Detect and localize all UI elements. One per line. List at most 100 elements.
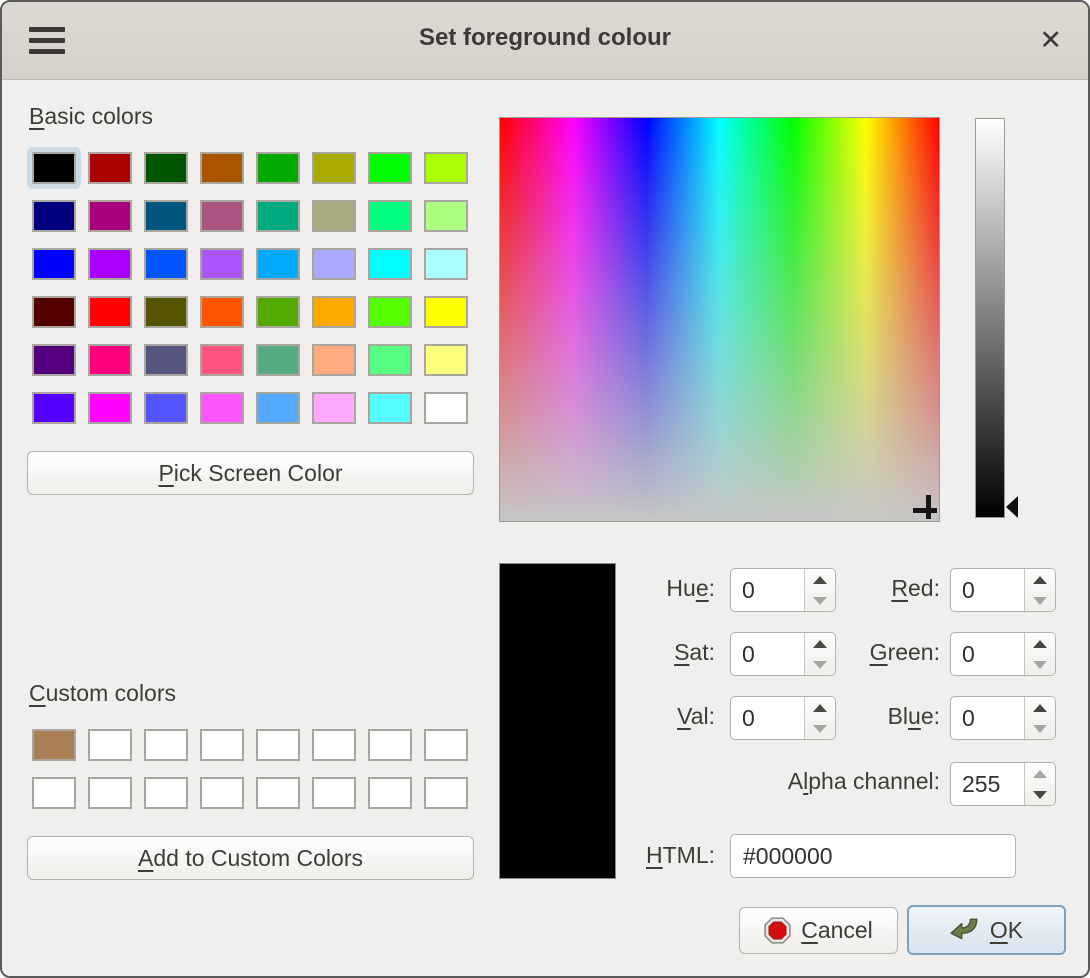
basic-color-swatch[interactable] bbox=[32, 248, 76, 280]
basic-color-swatch[interactable] bbox=[32, 152, 76, 184]
basic-color-swatch[interactable] bbox=[368, 248, 412, 280]
red-value[interactable]: 0 bbox=[962, 577, 975, 604]
basic-color-swatch[interactable] bbox=[88, 296, 132, 328]
custom-color-swatch[interactable] bbox=[424, 777, 468, 809]
html-hex-input[interactable]: #000000 bbox=[730, 834, 1016, 878]
sat-value[interactable]: 0 bbox=[742, 641, 755, 668]
basic-color-swatch[interactable] bbox=[424, 296, 468, 328]
add-to-custom-colors-button[interactable]: Add to Custom Colors bbox=[27, 836, 474, 880]
blue-decrement-button[interactable] bbox=[1025, 718, 1055, 739]
custom-color-swatch[interactable] bbox=[424, 729, 468, 761]
basic-color-swatch[interactable] bbox=[144, 392, 188, 424]
basic-color-swatch[interactable] bbox=[368, 200, 412, 232]
basic-color-swatch[interactable] bbox=[200, 152, 244, 184]
custom-color-swatch[interactable] bbox=[88, 729, 132, 761]
hue-decrement-button[interactable] bbox=[805, 590, 835, 611]
basic-color-swatch[interactable] bbox=[424, 152, 468, 184]
blue-increment-button[interactable] bbox=[1025, 697, 1055, 718]
green-value[interactable]: 0 bbox=[962, 641, 975, 668]
ok-button[interactable]: OK bbox=[907, 905, 1066, 955]
green-increment-button[interactable] bbox=[1025, 633, 1055, 654]
hue-value[interactable]: 0 bbox=[742, 577, 755, 604]
blue-spinbox[interactable]: 0 bbox=[950, 696, 1056, 740]
basic-color-swatch[interactable] bbox=[312, 344, 356, 376]
basic-color-swatch[interactable] bbox=[200, 344, 244, 376]
custom-color-swatch[interactable] bbox=[256, 777, 300, 809]
basic-color-swatch[interactable] bbox=[32, 296, 76, 328]
basic-color-swatch[interactable] bbox=[424, 248, 468, 280]
basic-color-swatch[interactable] bbox=[88, 152, 132, 184]
hue-spinbox[interactable]: 0 bbox=[730, 568, 836, 612]
custom-color-swatch[interactable] bbox=[200, 729, 244, 761]
basic-color-swatch[interactable] bbox=[256, 392, 300, 424]
custom-color-swatch[interactable] bbox=[88, 777, 132, 809]
basic-color-swatch[interactable] bbox=[32, 392, 76, 424]
custom-color-swatch[interactable] bbox=[312, 777, 356, 809]
basic-color-swatch[interactable] bbox=[32, 344, 76, 376]
basic-color-swatch[interactable] bbox=[368, 296, 412, 328]
basic-color-swatch[interactable] bbox=[144, 152, 188, 184]
red-increment-button[interactable] bbox=[1025, 569, 1055, 590]
hue-increment-button[interactable] bbox=[805, 569, 835, 590]
basic-color-swatch[interactable] bbox=[256, 200, 300, 232]
alpha-spinbox[interactable]: 255 bbox=[950, 762, 1056, 806]
basic-color-swatch[interactable] bbox=[256, 152, 300, 184]
value-slider-arrow-icon[interactable] bbox=[1006, 496, 1018, 518]
alpha-increment-button[interactable] bbox=[1025, 763, 1055, 784]
val-value[interactable]: 0 bbox=[742, 705, 755, 732]
basic-color-swatch[interactable] bbox=[144, 296, 188, 328]
basic-color-swatch[interactable] bbox=[32, 200, 76, 232]
alpha-decrement-button[interactable] bbox=[1025, 784, 1055, 805]
basic-color-swatch[interactable] bbox=[144, 248, 188, 280]
basic-color-swatch[interactable] bbox=[88, 392, 132, 424]
sat-spinbox[interactable]: 0 bbox=[730, 632, 836, 676]
basic-color-swatch[interactable] bbox=[144, 344, 188, 376]
blue-value[interactable]: 0 bbox=[962, 705, 975, 732]
basic-color-swatch[interactable] bbox=[200, 296, 244, 328]
red-decrement-button[interactable] bbox=[1025, 590, 1055, 611]
custom-color-swatch[interactable] bbox=[144, 777, 188, 809]
basic-color-swatch[interactable] bbox=[256, 248, 300, 280]
custom-color-swatch[interactable] bbox=[312, 729, 356, 761]
basic-color-swatch[interactable] bbox=[312, 392, 356, 424]
basic-color-swatch[interactable] bbox=[200, 248, 244, 280]
hue-saturation-gradient[interactable] bbox=[499, 117, 940, 522]
basic-color-swatch[interactable] bbox=[200, 392, 244, 424]
custom-color-swatch[interactable] bbox=[32, 729, 76, 761]
basic-color-swatch[interactable] bbox=[312, 200, 356, 232]
basic-color-swatch[interactable] bbox=[424, 392, 468, 424]
basic-color-swatch[interactable] bbox=[200, 200, 244, 232]
basic-color-swatch[interactable] bbox=[312, 248, 356, 280]
sat-decrement-button[interactable] bbox=[805, 654, 835, 675]
basic-color-swatch[interactable] bbox=[424, 200, 468, 232]
sat-increment-button[interactable] bbox=[805, 633, 835, 654]
val-spinbox[interactable]: 0 bbox=[730, 696, 836, 740]
close-icon[interactable]: ✕ bbox=[1039, 22, 1062, 58]
red-spinbox[interactable]: 0 bbox=[950, 568, 1056, 612]
basic-color-swatch[interactable] bbox=[88, 344, 132, 376]
basic-color-swatch[interactable] bbox=[424, 344, 468, 376]
basic-color-swatch[interactable] bbox=[312, 152, 356, 184]
alpha-value[interactable]: 255 bbox=[962, 771, 1000, 798]
basic-color-swatch[interactable] bbox=[368, 344, 412, 376]
green-spinbox[interactable]: 0 bbox=[950, 632, 1056, 676]
custom-color-swatch[interactable] bbox=[368, 777, 412, 809]
green-decrement-button[interactable] bbox=[1025, 654, 1055, 675]
val-decrement-button[interactable] bbox=[805, 718, 835, 739]
value-slider[interactable] bbox=[975, 118, 1005, 518]
basic-color-swatch[interactable] bbox=[256, 344, 300, 376]
custom-color-swatch[interactable] bbox=[200, 777, 244, 809]
basic-color-swatch[interactable] bbox=[368, 152, 412, 184]
custom-color-swatch[interactable] bbox=[256, 729, 300, 761]
basic-color-swatch[interactable] bbox=[256, 296, 300, 328]
custom-color-swatch[interactable] bbox=[368, 729, 412, 761]
custom-color-swatch[interactable] bbox=[144, 729, 188, 761]
val-increment-button[interactable] bbox=[805, 697, 835, 718]
custom-color-swatch[interactable] bbox=[32, 777, 76, 809]
basic-color-swatch[interactable] bbox=[88, 200, 132, 232]
cancel-button[interactable]: Cancel bbox=[739, 907, 898, 954]
basic-color-swatch[interactable] bbox=[88, 248, 132, 280]
basic-color-swatch[interactable] bbox=[144, 200, 188, 232]
basic-color-swatch[interactable] bbox=[368, 392, 412, 424]
pick-screen-color-button[interactable]: Pick Screen Color bbox=[27, 451, 474, 495]
